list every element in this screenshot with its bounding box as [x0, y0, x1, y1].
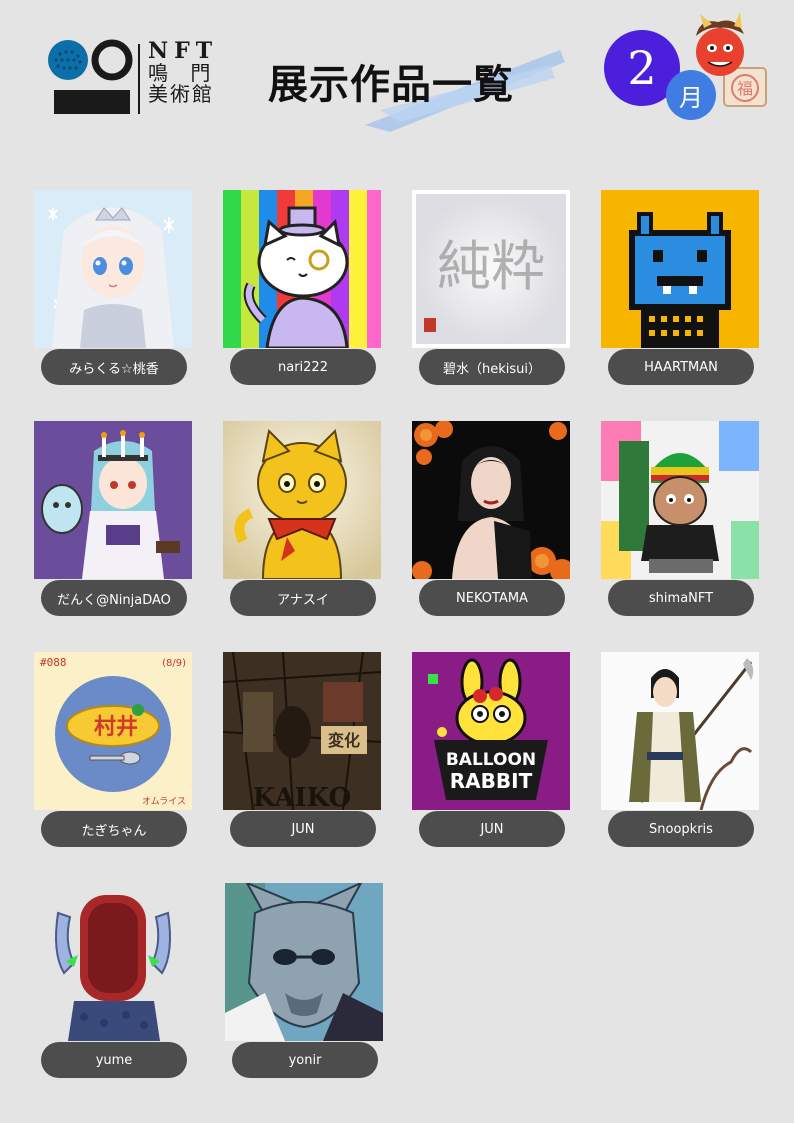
artwork-card[interactable]: みらくる☆桃香: [34, 190, 194, 390]
artwork-card[interactable]: 純粋 碧水（hekisui）: [412, 190, 572, 390]
tagi-number: #088: [40, 656, 67, 669]
artwork-image-balloon-rabbit: BALLOON RABBIT: [412, 652, 570, 810]
artwork-image-miracle-momoka: [34, 190, 192, 348]
artwork-image-tagi: #088 (8/9) 村井 オムライス: [34, 652, 192, 810]
artist-name-label: たぎちゃん: [41, 811, 187, 847]
artwork-card[interactable]: yume: [34, 883, 194, 1083]
artwork-image-shimanft: [601, 421, 759, 579]
artist-name-label: NEKOTAMA: [419, 580, 565, 616]
artist-name-label: yonir: [232, 1042, 378, 1078]
artwork-image-hekisui: 純粋: [412, 190, 570, 348]
tagi-bottom: オムライス: [142, 796, 186, 807]
artist-name-label: みらくる☆桃香: [41, 349, 187, 385]
tagi-kanji: 村井: [94, 714, 138, 740]
artwork-card[interactable]: nari222: [223, 190, 383, 390]
artwork-image-yume: [34, 883, 192, 1041]
artwork-image-nari222: [223, 190, 381, 348]
hekisui-calligraphy: 純粋: [437, 235, 545, 298]
artwork-card[interactable]: 変化 KAIKO JUN: [223, 652, 383, 852]
artwork-card[interactable]: HAARTMAN: [601, 190, 761, 390]
artwork-card[interactable]: shimaNFT: [601, 421, 761, 621]
artist-name-label: yume: [41, 1042, 187, 1078]
logo-divider: [138, 44, 140, 114]
artwork-image-haartman: [601, 190, 759, 348]
artwork-card[interactable]: BALLOON RABBIT JUN: [412, 652, 572, 852]
artist-name-label: JUN: [230, 811, 376, 847]
artwork-card[interactable]: だんく@NinjaDAO: [34, 421, 194, 621]
tagi-date: (8/9): [162, 658, 186, 669]
artwork-card[interactable]: Snoopkris: [601, 652, 761, 852]
artwork-card[interactable]: アナスイ: [223, 421, 383, 621]
artwork-card[interactable]: yonir: [225, 883, 385, 1083]
logo-text: NFT 鳴 門 美術館: [148, 38, 219, 107]
artist-name-label: アナスイ: [230, 580, 376, 616]
artist-name-label: shimaNFT: [608, 580, 754, 616]
artwork-image-dank: [34, 421, 192, 579]
artist-name-label: HAARTMAN: [608, 349, 754, 385]
artwork-card[interactable]: #088 (8/9) 村井 オムライス たぎちゃん: [34, 652, 194, 852]
logo-line2: 鳴 門: [148, 61, 219, 86]
jun-bottom-text: KAIKO: [253, 783, 351, 810]
artwork-card[interactable]: NEKOTAMA: [412, 421, 572, 621]
logo-line1: NFT: [148, 38, 219, 64]
artwork-image-jun-kaiko: 変化 KAIKO: [223, 652, 381, 810]
artwork-image-nekotama: [412, 421, 570, 579]
page-title: 展示作品一覧: [268, 61, 514, 108]
fuku-text: 福: [737, 79, 753, 98]
artist-name-label: Snoopkris: [608, 811, 754, 847]
artwork-image-snoopkris: [601, 652, 759, 810]
artist-name-label: だんく@NinjaDAO: [41, 580, 187, 616]
balloon-text-2: RABBIT: [450, 769, 533, 793]
balloon-text-1: BALLOON: [446, 750, 536, 770]
artist-name-label: JUN: [419, 811, 565, 847]
artist-name-label: nari222: [230, 349, 376, 385]
artwork-image-anasui: [223, 421, 381, 579]
artwork-image-yonir: [225, 883, 383, 1041]
jun-kanji: 変化: [328, 731, 360, 750]
logo-line3: 美術館: [148, 82, 214, 107]
artist-name-label: 碧水（hekisui）: [419, 349, 565, 385]
oni-mask-icon: 福: [696, 12, 767, 107]
